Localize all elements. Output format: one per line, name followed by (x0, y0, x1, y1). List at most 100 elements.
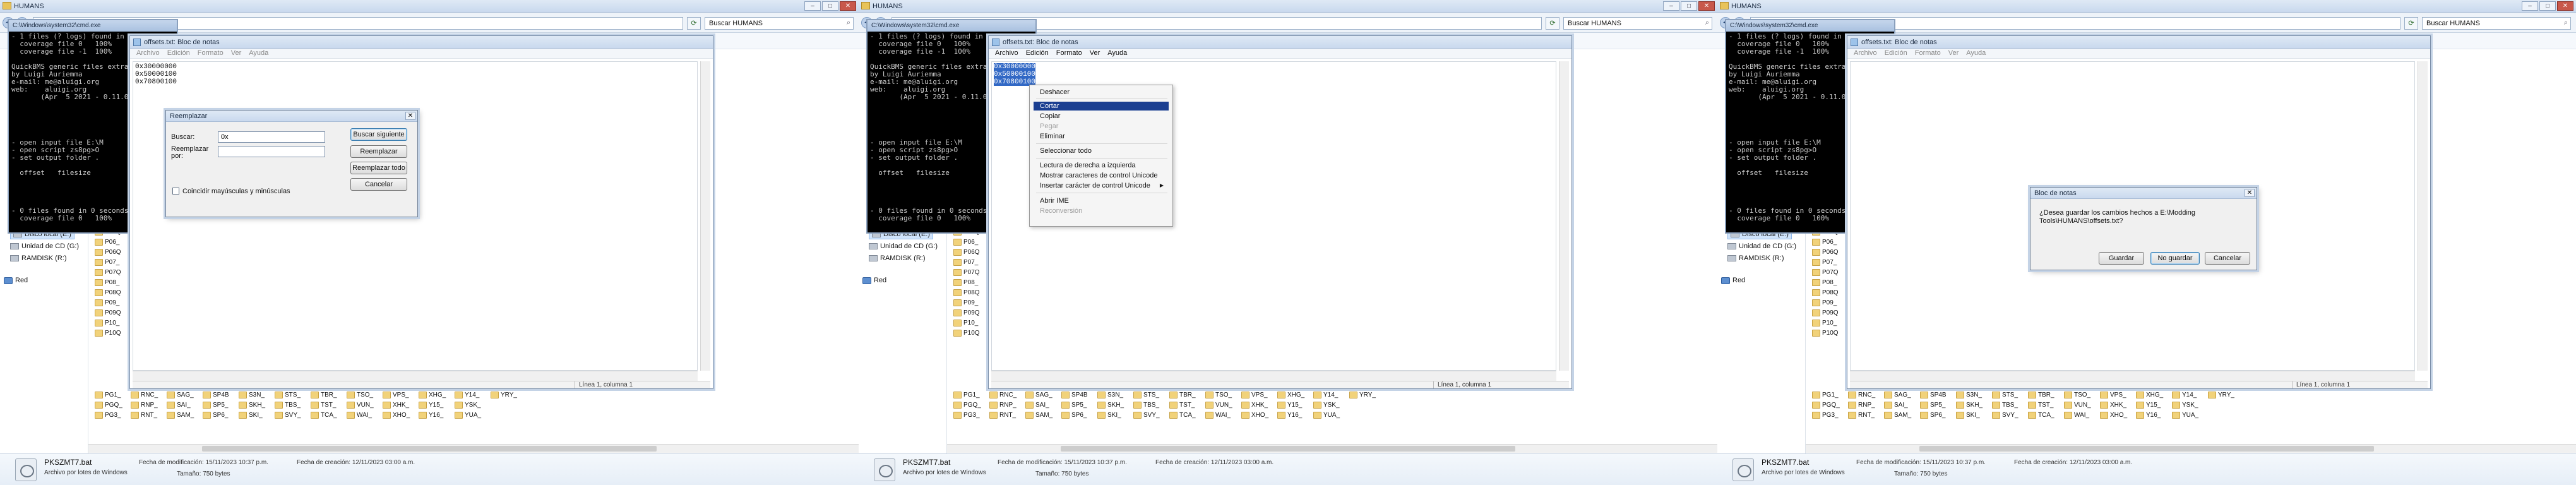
folder-item[interactable]: P08_ (953, 279, 978, 286)
folder-item[interactable]: P09Q (1812, 309, 1839, 316)
folder-item[interactable]: S3N_ (239, 392, 265, 398)
folder-item[interactable]: SAM_ (1884, 412, 1911, 419)
search-input[interactable]: Buscar HUMANS ⌕ (2422, 17, 2571, 30)
folder-item[interactable]: P08Q (953, 289, 980, 296)
folder-item[interactable]: P08Q (1812, 289, 1839, 296)
menu-edicion[interactable]: Edición (164, 49, 194, 58)
folder-item[interactable]: SVY_ (1133, 412, 1160, 419)
folder-item[interactable]: RNC_ (131, 392, 158, 398)
folder-item[interactable]: RNT_ (989, 412, 1016, 419)
folder-item[interactable]: WAI_ (2064, 412, 2089, 419)
replace-dialog[interactable]: Reemplazar ✕ Buscar: 0x Reemplazar por: … (165, 110, 418, 217)
folder-item[interactable]: VPS_ (383, 392, 409, 398)
menu-archivo[interactable]: Archivo (1850, 49, 1881, 58)
folder-item[interactable]: P06Q (953, 249, 980, 256)
folder-item[interactable]: S3N_ (1956, 392, 1982, 398)
folder-item[interactable]: TBR_ (1169, 392, 1196, 398)
vertical-scrollbar[interactable] (1559, 61, 1569, 371)
folder-item[interactable]: TCA_ (2028, 412, 2054, 419)
ctx-paste[interactable]: Pegar (1034, 122, 1169, 131)
folder-item[interactable]: VUN_ (347, 402, 374, 409)
folder-item[interactable]: P07Q (953, 269, 980, 276)
refresh-icon[interactable]: ⟳ (2404, 17, 2418, 30)
folder-item[interactable]: TBS_ (1133, 402, 1159, 409)
folder-item[interactable]: P09Q (953, 309, 980, 316)
folder-item[interactable]: XHG_ (2136, 392, 2163, 398)
folder-item[interactable]: VUN_ (2064, 402, 2091, 409)
folder-item[interactable]: TCA_ (1169, 412, 1196, 419)
search-input[interactable]: Buscar HUMANS ⌕ (705, 17, 854, 30)
folder-item[interactable]: P06_ (953, 239, 978, 246)
folder-item[interactable]: SAI_ (1025, 402, 1049, 409)
horizontal-scrollbar[interactable] (1850, 371, 2415, 381)
folder-item[interactable]: SKH_ (1097, 402, 1124, 409)
folder-item[interactable]: SP6_ (1920, 412, 1945, 419)
folder-item[interactable]: SAG_ (1025, 392, 1052, 398)
folder-item[interactable]: PGQ_ (95, 402, 122, 409)
folder-item[interactable]: P07_ (95, 259, 119, 266)
nav-network[interactable]: Red (1721, 277, 1745, 284)
ctx-cut[interactable]: Cortar (1034, 102, 1169, 111)
folder-item[interactable]: P09Q (95, 309, 121, 316)
folder-item[interactable]: TST_ (1169, 402, 1195, 409)
ctx-rtl-reading[interactable]: Lectura de derecha a izquierda (1034, 161, 1169, 170)
folder-item[interactable]: XHK_ (383, 402, 409, 409)
folder-item[interactable]: VPS_ (2100, 392, 2126, 398)
save-changes-dialog[interactable]: Bloc de notas ✕ ¿Desea guardar los cambi… (2030, 187, 2257, 270)
nav-network[interactable]: Red (862, 277, 886, 284)
folder-item[interactable]: YRY_ (1349, 392, 1376, 398)
ctx-delete[interactable]: Eliminar (1034, 132, 1169, 141)
folder-item[interactable]: YSK_ (2172, 402, 2198, 409)
horizontal-scrollbar[interactable] (1806, 444, 2576, 453)
folder-item[interactable]: TSO_ (1205, 392, 1232, 398)
folder-item[interactable]: Y14_ (1313, 392, 1338, 398)
folder-item[interactable]: VUN_ (1205, 402, 1232, 409)
folder-item[interactable]: P06Q (1812, 249, 1839, 256)
menu-ver[interactable]: Ver (1086, 49, 1104, 58)
folder-item[interactable]: PG1_ (953, 392, 980, 398)
folder-item[interactable]: P08Q (95, 289, 121, 296)
ctx-select-all[interactable]: Seleccionar todo (1034, 147, 1169, 155)
replace-button[interactable]: Reemplazar (350, 145, 407, 158)
folder-item[interactable]: P07_ (953, 259, 978, 266)
folder-item[interactable]: SAG_ (167, 392, 194, 398)
nav-ramdisk[interactable]: RAMDISK (R:) (1727, 254, 1784, 262)
vertical-scrollbar[interactable] (2418, 61, 2428, 371)
folder-item[interactable]: SP6_ (203, 412, 228, 419)
folder-item[interactable]: PGQ_ (953, 402, 981, 409)
close-icon[interactable]: ✕ (405, 112, 415, 120)
refresh-icon[interactable]: ⟳ (687, 17, 701, 30)
folder-item[interactable]: RNC_ (989, 392, 1017, 398)
nav-ramdisk[interactable]: RAMDISK (R:) (10, 254, 67, 262)
maximize-button[interactable]: □ (2539, 1, 2556, 11)
folder-item[interactable]: Y15_ (2136, 402, 2161, 409)
folder-item[interactable]: TBR_ (311, 392, 337, 398)
folder-item[interactable]: YRY_ (2208, 392, 2234, 398)
folder-item[interactable]: PG1_ (95, 392, 121, 398)
menu-ver[interactable]: Ver (227, 49, 246, 58)
horizontal-scrollbar[interactable] (991, 371, 1556, 381)
folder-item[interactable]: Y16_ (419, 412, 443, 419)
close-button[interactable]: ✕ (2557, 1, 2573, 11)
nav-cd-drive[interactable]: Unidad de CD (G:) (1727, 242, 1796, 250)
folder-item[interactable]: SKH_ (239, 402, 265, 409)
folder-item[interactable]: STS_ (275, 392, 301, 398)
replace-input[interactable] (218, 146, 325, 157)
folder-item[interactable]: SAM_ (1025, 412, 1052, 419)
folder-item[interactable]: Y16_ (2136, 412, 2161, 419)
folder-item[interactable]: SP5_ (1920, 402, 1945, 409)
folder-item[interactable]: RNT_ (131, 412, 157, 419)
folder-item[interactable]: SVY_ (1992, 412, 2018, 419)
horizontal-scrollbar[interactable] (947, 444, 1717, 453)
folder-item[interactable]: P10Q (95, 330, 121, 337)
folder-item[interactable]: SP6_ (1061, 412, 1087, 419)
folder-item[interactable]: TSO_ (2064, 392, 2090, 398)
folder-item[interactable]: RNP_ (1848, 402, 1875, 409)
search-input[interactable]: Buscar HUMANS ⌕ (1563, 17, 1712, 30)
cancel-button[interactable]: Cancelar (350, 178, 407, 191)
folder-item[interactable]: STS_ (1992, 392, 2018, 398)
ctx-undo[interactable]: Deshacer (1034, 88, 1169, 97)
find-next-button[interactable]: Buscar siguiente (350, 128, 407, 141)
folder-item[interactable]: YRY_ (491, 392, 517, 398)
folder-item[interactable]: P10Q (1812, 330, 1839, 337)
